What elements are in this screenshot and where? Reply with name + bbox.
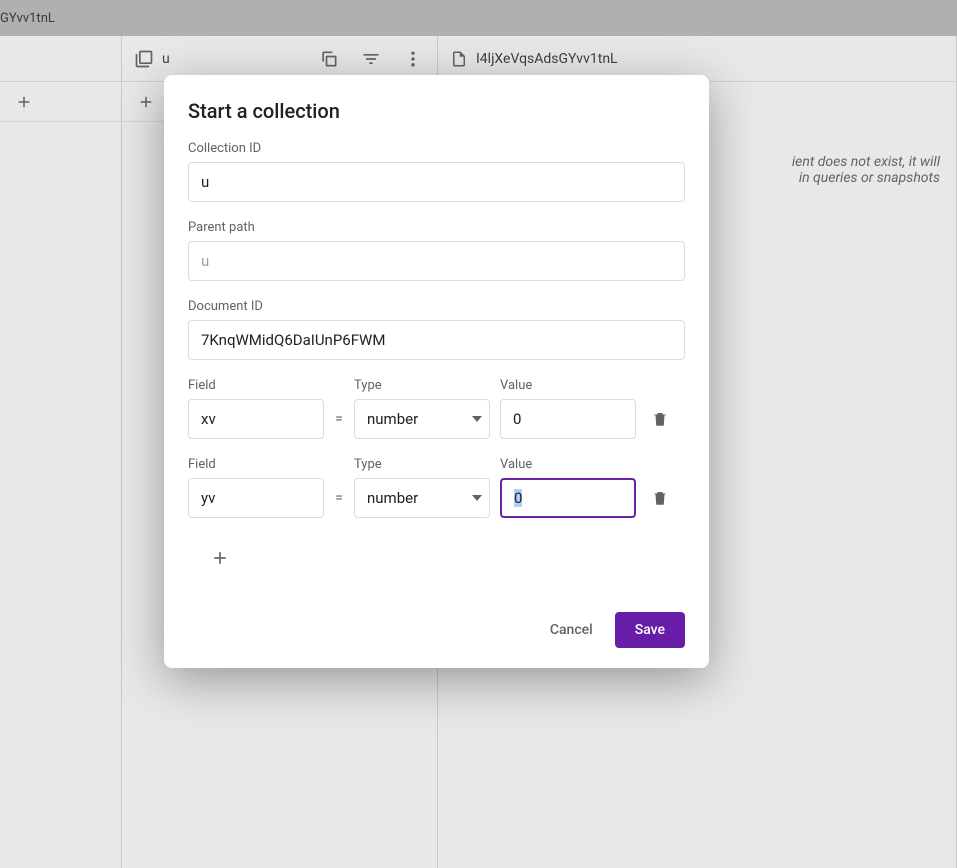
field-row: Field = Type Value xyxy=(188,378,685,439)
add-field-button[interactable] xyxy=(206,544,234,572)
field-type-select[interactable] xyxy=(354,399,490,439)
document-id-input[interactable] xyxy=(188,320,685,360)
field-label: Field xyxy=(188,457,324,472)
delete-field-button[interactable] xyxy=(646,478,674,518)
parent-path-input xyxy=(188,241,685,281)
field-value-input[interactable] xyxy=(500,478,636,518)
field-label: Field xyxy=(188,378,324,393)
field-type-select[interactable] xyxy=(354,478,490,518)
dialog-title: Start a collection xyxy=(188,99,685,123)
save-button[interactable]: Save xyxy=(615,612,685,648)
field-value-input[interactable] xyxy=(500,399,636,439)
delete-field-button[interactable] xyxy=(646,399,674,439)
field-name-input[interactable] xyxy=(188,399,324,439)
plus-icon xyxy=(210,548,230,568)
value-label: Value xyxy=(500,378,636,393)
document-id-label: Document ID xyxy=(188,299,685,314)
type-label: Type xyxy=(354,378,490,393)
equals-sign: = xyxy=(334,478,344,518)
trash-icon xyxy=(651,489,669,507)
type-label: Type xyxy=(354,457,490,472)
field-row: Field = Type Value xyxy=(188,457,685,518)
equals-sign: = xyxy=(334,399,344,439)
trash-icon xyxy=(651,410,669,428)
field-name-input[interactable] xyxy=(188,478,324,518)
value-label: Value xyxy=(500,457,636,472)
start-collection-dialog: Start a collection Collection ID Parent … xyxy=(164,75,709,668)
modal-overlay[interactable]: Start a collection Collection ID Parent … xyxy=(0,0,957,868)
parent-path-label: Parent path xyxy=(188,220,685,235)
collection-id-label: Collection ID xyxy=(188,141,685,156)
collection-id-input[interactable] xyxy=(188,162,685,202)
cancel-button[interactable]: Cancel xyxy=(532,612,611,648)
